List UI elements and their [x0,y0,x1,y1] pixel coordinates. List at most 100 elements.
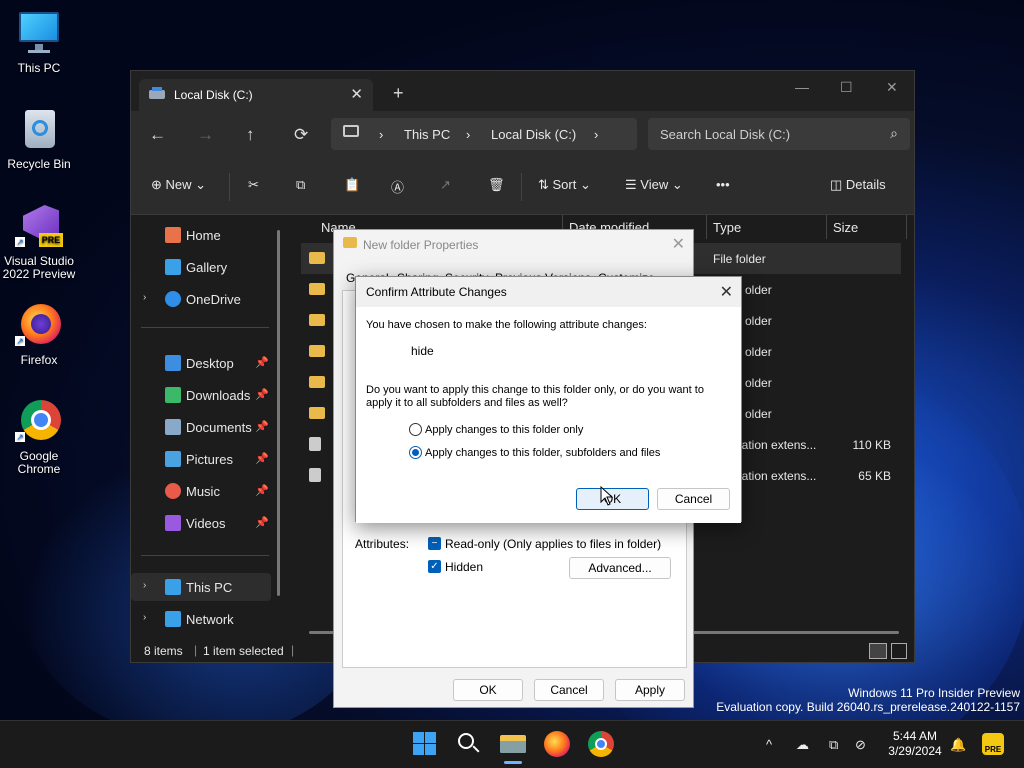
monitor-icon [343,125,359,137]
maximize-button[interactable]: ☐ [840,79,853,96]
forward-button[interactable]: → [197,125,214,145]
question-line-1: Do you want to apply this change to this… [366,384,704,396]
desktop-icon-label: This PC [17,61,61,75]
sidebar-scrollbar[interactable] [277,230,280,596]
file-icon [309,468,321,482]
sidebar-item-videos[interactable]: Videos 📌 [131,509,271,537]
sidebar-item-label: Desktop [186,356,234,371]
column-size[interactable]: Size [833,220,858,235]
folder-icon [343,237,357,248]
notification-bell-icon[interactable]: 🔔 [950,737,966,753]
insider-pre-icon[interactable]: PRE [982,733,1004,755]
sidebar-item-label: Downloads [186,388,251,403]
pin-icon: 📌 [255,421,269,433]
cut-icon[interactable]: ✂ [248,177,259,193]
breadcrumb-local-disk[interactable]: Local Disk (C:) [491,127,576,142]
column-divider [906,215,907,239]
sidebar-item-documents[interactable]: Documents 📌 [131,413,271,441]
tab-local-disk[interactable]: Local Disk (C:) ✕ [139,79,373,111]
radio-folder-only[interactable] [409,423,422,436]
option-folder-only-label[interactable]: Apply changes to this folder only [425,424,583,436]
sidebar-divider [141,327,269,328]
network-status-icon[interactable]: ⊘ [855,737,866,753]
rename-icon[interactable]: Ⓐ [391,177,404,196]
tiles-view-icon[interactable] [891,643,907,659]
file-type: older [745,314,772,328]
start-button[interactable] [412,731,438,757]
hidden-checkbox[interactable]: ✓ [428,560,441,573]
readonly-label: Read-only (Only applies to files in fold… [445,537,662,551]
cancel-button[interactable]: Cancel [534,679,604,701]
close-window-button[interactable]: ✕ [886,79,898,96]
view-button[interactable]: ☰ View ⌄ [625,177,683,193]
file-explorer-taskbar-icon[interactable] [500,731,526,764]
column-type[interactable]: Type [713,220,741,235]
chevron-right-icon[interactable]: › [143,580,146,591]
breadcrumb-this-pc[interactable]: This PC [404,127,450,142]
column-divider [706,215,707,239]
chevron-right-icon[interactable]: › [143,612,146,623]
onedrive-icon[interactable]: ☁ [796,737,809,753]
sidebar-item-home[interactable]: Home [131,221,271,249]
desktop-icon-firefox[interactable]: ↗ Firefox [0,302,78,367]
apply-button[interactable]: Apply [615,679,685,701]
home-icon [165,227,181,243]
share-icon[interactable]: ↗ [440,177,451,193]
option-folder-subfolders-label[interactable]: Apply changes to this folder, subfolders… [425,447,660,459]
clock-date: 3/29/2024 [888,744,942,758]
copy-icon[interactable]: ⧉ [296,177,305,193]
clock-time: 5:44 AM [892,729,938,743]
more-options-button[interactable]: ••• [716,177,730,192]
desktop-icon-chrome[interactable]: ↗ Google Chrome [0,398,78,476]
new-tab-button[interactable]: + [393,83,404,104]
breadcrumb-sep: › [379,127,384,142]
breadcrumb-sep: › [594,127,599,142]
details-view-icon[interactable] [869,643,887,659]
address-bar[interactable]: › This PC › Local Disk (C:) › [331,118,637,150]
close-icon[interactable]: ✕ [672,234,685,254]
search-box[interactable]: Search Local Disk (C:) ⌕ [648,118,910,150]
readonly-checkbox[interactable]: − [428,537,441,550]
chrome-icon[interactable] [588,731,614,757]
close-icon[interactable]: ✕ [720,282,733,302]
sidebar-item-desktop[interactable]: Desktop 📌 [131,349,271,377]
refresh-button[interactable]: ⟳ [294,125,308,145]
tray-chevron-icon[interactable]: ^ [766,737,772,752]
new-button[interactable]: ⊕ New ⌄ [151,177,206,193]
radio-folder-subfolders[interactable] [409,446,422,459]
sidebar-item-gallery[interactable]: Gallery [131,253,271,281]
search-icon[interactable] [456,731,482,757]
sidebar-item-downloads[interactable]: Downloads 📌 [131,381,271,409]
paste-icon[interactable]: 📋 [344,177,360,193]
desktop-icon-recycle-bin[interactable]: Recycle Bin [0,106,78,171]
chevron-right-icon[interactable]: › [143,292,146,303]
folder-icon [309,376,325,388]
cancel-button[interactable]: Cancel [657,488,730,510]
drive-icon [149,87,165,101]
sidebar-item-this-pc[interactable]: › This PC [131,573,271,601]
music-icon [165,483,181,499]
minimize-button[interactable]: — [795,79,809,95]
clock[interactable]: 5:44 AM 3/29/2024 [880,729,950,759]
folder-icon [309,407,325,419]
display-icon[interactable]: ⧉ [829,737,838,753]
up-button[interactable]: ↑ [246,125,255,145]
desktop-icon-visual-studio[interactable]: PRE ↗ Visual Studio 2022 Preview [0,203,78,281]
delete-icon[interactable]: 🗑 [488,177,505,193]
ok-button[interactable]: OK [453,679,523,701]
details-pane-button[interactable]: ◫ Details [830,177,886,193]
cloud-icon [165,291,181,307]
sidebar-item-onedrive[interactable]: › OneDrive [131,285,271,313]
tab-close-icon[interactable]: ✕ [350,85,363,103]
desktop-icon-this-pc[interactable]: This PC [0,10,78,75]
sidebar-item-pictures[interactable]: Pictures 📌 [131,445,271,473]
firefox-icon[interactable] [544,731,570,757]
sidebar-item-network[interactable]: › Network [131,605,271,633]
back-button[interactable]: ← [149,125,166,145]
sidebar-item-label: Documents [186,420,252,435]
pin-icon: 📌 [255,453,269,465]
sidebar-item-music[interactable]: Music 📌 [131,477,271,505]
advanced-button[interactable]: Advanced... [569,557,671,579]
document-icon [165,419,181,435]
sort-button[interactable]: ⇅ Sort ⌄ [538,177,591,193]
